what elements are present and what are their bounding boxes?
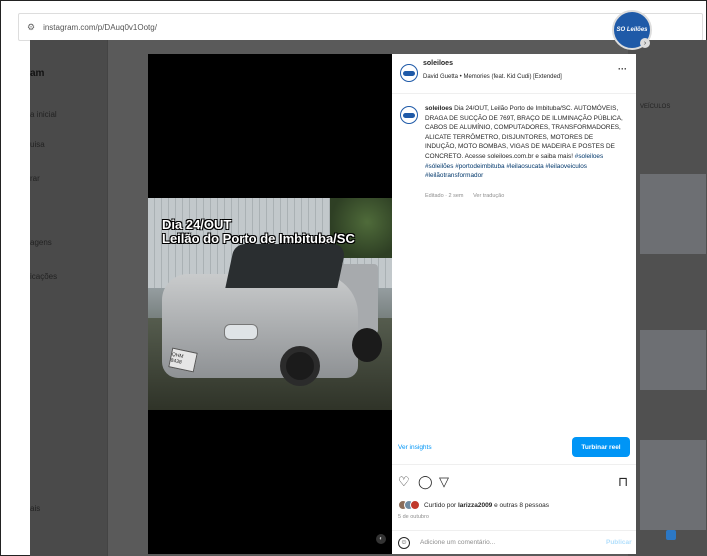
next-post-icon[interactable]: › bbox=[640, 38, 650, 48]
veiculos-label: VEÍCULOS bbox=[640, 104, 671, 110]
car-windshield bbox=[225, 244, 347, 288]
post-username[interactable]: soleiloes bbox=[423, 60, 453, 67]
video-overlay-text: Dia 24/OUT Leilão do Porto de Imbituba/S… bbox=[162, 218, 355, 246]
likes-summary[interactable]: Curtido por larizza2009 e outras 8 pesso… bbox=[398, 499, 549, 511]
edited-label: Editado · 2 sem bbox=[425, 193, 464, 199]
see-translation-link[interactable]: Ver tradução bbox=[473, 193, 504, 199]
comment-input[interactable]: Adicione um comentário... bbox=[420, 539, 580, 546]
post-header: soleiloes David Guetta • Memories (feat.… bbox=[392, 54, 636, 94]
sidebar-item-explore[interactable]: rar bbox=[30, 174, 40, 183]
comment-bar: ☺ Adicione um comentário... Publicar bbox=[392, 530, 636, 554]
instagram-logo[interactable]: am bbox=[30, 68, 44, 79]
post-date: 5 de outubro bbox=[398, 514, 429, 520]
liked-by-user[interactable]: larizza2009 bbox=[458, 502, 492, 509]
caption-username[interactable]: soleiloes bbox=[425, 105, 452, 112]
sidebar-item-notifications[interactable]: icações bbox=[30, 272, 57, 281]
post-actions: ♡ ◯ ▽ ⊓ Curtido por larizza2009 e outras… bbox=[392, 464, 636, 530]
sidebar-item-search[interactable]: uisa bbox=[30, 140, 45, 149]
mute-icon[interactable]: ◐ bbox=[376, 534, 386, 544]
avatar[interactable] bbox=[400, 64, 418, 82]
sidebar-item-home[interactable]: a inicial bbox=[30, 110, 57, 119]
address-bar[interactable]: ⚙ instagram.com/p/DAuq0v1Ootg/ bbox=[18, 13, 703, 41]
like-heart-icon[interactable]: ♡ bbox=[398, 475, 410, 489]
comment-icon[interactable]: ◯ bbox=[418, 475, 433, 489]
post-details-panel: soleiloes David Guetta • Memories (feat.… bbox=[392, 54, 636, 554]
sidebar-item-messages[interactable]: agens bbox=[30, 238, 52, 247]
save-bookmark-icon[interactable]: ⊓ bbox=[618, 475, 628, 489]
caption-avatar[interactable] bbox=[400, 106, 418, 124]
post-media[interactable]: QHM 8438 Dia 24/OUT Leilão do Porto de I… bbox=[148, 54, 392, 554]
view-insights-link[interactable]: Ver insights bbox=[398, 444, 432, 451]
background-corner-icon bbox=[666, 530, 676, 540]
sidebar: am a inicial uisa rar agens icações ais bbox=[30, 40, 108, 556]
background-thumbnail bbox=[640, 440, 706, 530]
car-headlight bbox=[224, 324, 258, 340]
post-caption: soleiloes Dia 24/OUT, Leilão Porto de Im… bbox=[425, 104, 625, 181]
sidebar-item-more[interactable]: ais bbox=[30, 504, 40, 513]
post-photo-car: QHM 8438 Dia 24/OUT Leilão do Porto de I… bbox=[148, 198, 392, 410]
liker-avatars bbox=[398, 499, 420, 511]
liked-by-prefix: Curtido por bbox=[424, 501, 457, 509]
emoji-icon[interactable]: ☺ bbox=[398, 536, 410, 549]
caption-text: Dia 24/OUT, Leilão Porto de Imbituba/SC.… bbox=[425, 105, 623, 160]
url-text: instagram.com/p/DAuq0v1Ootg/ bbox=[43, 22, 157, 32]
overlay-line-title: Leilão do Porto de Imbituba/SC bbox=[162, 231, 355, 246]
share-send-icon[interactable]: ▽ bbox=[439, 475, 449, 489]
car-wheel bbox=[352, 328, 382, 362]
post-audio[interactable]: David Guetta • Memories (feat. Kid Cudi)… bbox=[423, 74, 562, 80]
liked-by-suffix[interactable]: e outras 8 pessoas bbox=[494, 502, 549, 509]
background-profile-area: VEÍCULOS bbox=[628, 40, 707, 556]
more-options-icon[interactable]: ··· bbox=[618, 64, 627, 74]
background-thumbnail bbox=[640, 174, 706, 254]
site-settings-icon[interactable]: ⚙ bbox=[27, 22, 35, 33]
background-thumbnail bbox=[640, 330, 706, 390]
publish-button[interactable]: Publicar bbox=[606, 539, 632, 546]
overlay-line-date: Dia 24/OUT bbox=[162, 217, 232, 232]
caption-meta: Editado · 2 sem Ver tradução bbox=[425, 193, 512, 199]
car-wheel bbox=[280, 346, 320, 386]
boost-reel-button[interactable]: Turbinar reel bbox=[572, 437, 630, 457]
